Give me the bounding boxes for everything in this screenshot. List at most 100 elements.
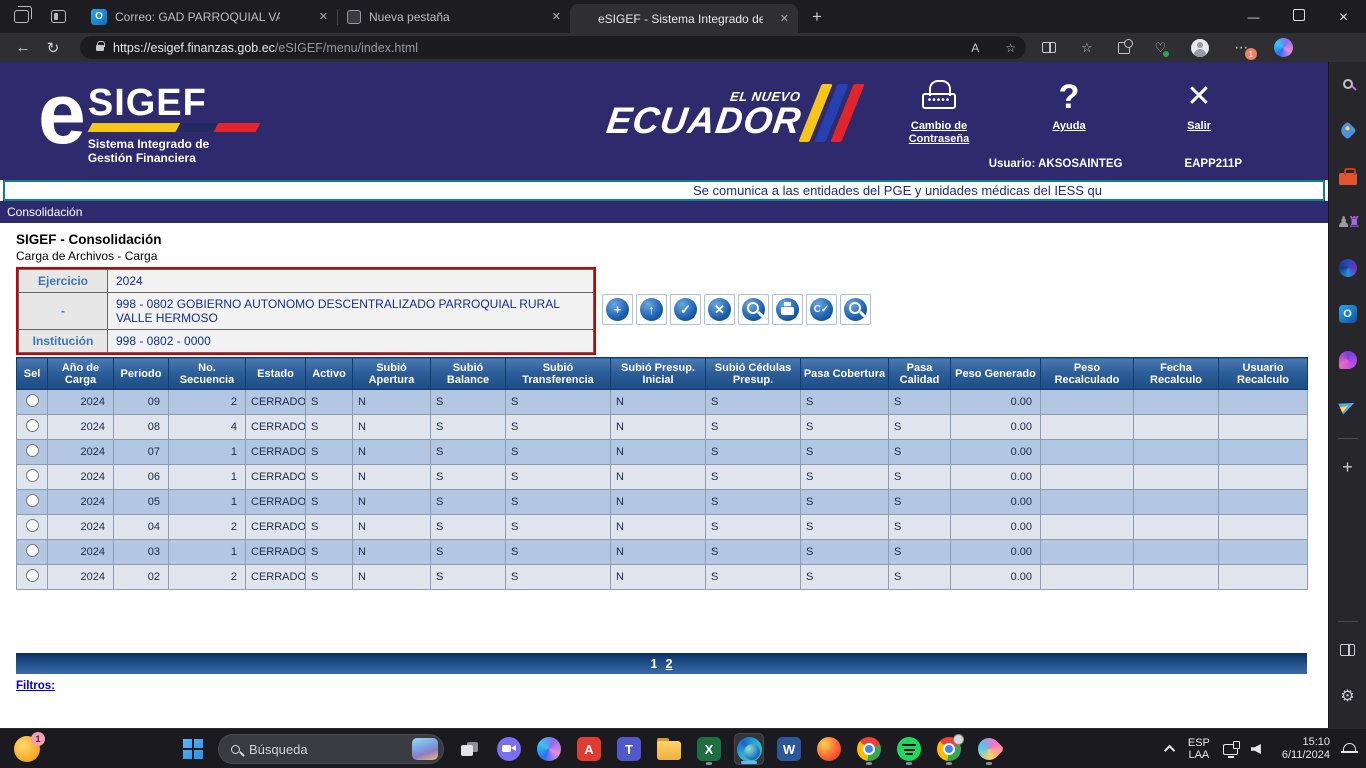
sidebar-designer-icon[interactable] [1334, 346, 1362, 374]
table-header-row: SelAño de CargaPeriodoNo. SecuenciaEstad… [17, 358, 1308, 390]
row-select-radio[interactable] [26, 544, 39, 557]
split-screen-icon[interactable] [1042, 42, 1056, 53]
chrome-profile-app-icon[interactable] [934, 733, 964, 765]
close-button[interactable]: ✕ [1321, 10, 1366, 24]
network-icon[interactable] [1223, 744, 1238, 755]
row-select-cell [17, 415, 48, 440]
validar-button[interactable]: C✓ [806, 294, 837, 325]
refresh-button[interactable]: ↻ [38, 39, 68, 57]
collections-icon[interactable] [1118, 42, 1130, 54]
column-header: Sel [17, 358, 48, 390]
table-cell: S [889, 515, 951, 540]
sidebar-panel-icon[interactable] [1334, 636, 1362, 664]
read-aloud-icon[interactable]: A [971, 41, 979, 55]
address-bar[interactable]: https://esigef.finanzas.gob.ec /eSIGEF/m… [80, 36, 1026, 59]
widgets-icon[interactable]: 1 [14, 736, 40, 762]
browser-tab-nueva-pestana[interactable]: Nueva pestaña ✕ [338, 0, 570, 33]
acrobat-app-icon[interactable]: A [574, 733, 604, 765]
profile-avatar[interactable] [1191, 39, 1209, 57]
crear-button[interactable]: + [602, 294, 633, 325]
tab-close-icon[interactable]: ✕ [552, 10, 561, 23]
column-header: Activo [306, 358, 353, 390]
row-select-radio[interactable] [26, 494, 39, 507]
volume-icon[interactable] [1251, 744, 1261, 754]
ayuda-button[interactable]: ? Ayuda [1026, 80, 1112, 146]
paint-app-icon[interactable] [974, 733, 1004, 765]
chat-app-icon[interactable] [494, 733, 524, 765]
teams-app-icon[interactable]: T [614, 733, 644, 765]
sidebar-shopping-icon[interactable] [1334, 116, 1362, 144]
sidebar-divider [1338, 438, 1358, 439]
taskbar-search[interactable]: Búsqueda [218, 734, 444, 764]
firefox-app-icon[interactable] [814, 733, 844, 765]
sidebar-games-icon[interactable]: ♟♜ [1334, 208, 1362, 236]
address-bar-actions: A ☆ [971, 41, 1016, 55]
menu-item-consolidacion[interactable]: Consolidación [7, 205, 82, 219]
cambio-contrasena-button[interactable]: ••••• Cambio de Contraseña [896, 80, 982, 146]
aprobar-button[interactable]: ✓ [670, 294, 701, 325]
task-view-button[interactable] [454, 733, 484, 765]
copilot-app-icon[interactable] [534, 733, 564, 765]
sidebar-microsoft365-icon[interactable] [1334, 254, 1362, 282]
notifications-icon[interactable] [1343, 743, 1356, 753]
table-cell [1134, 465, 1219, 490]
action-toolbar: +↑✓✕ C✓ [602, 294, 871, 325]
more-menu-icon[interactable]: ⋯1 [1234, 39, 1249, 56]
sidebar-search-icon[interactable] [1334, 70, 1362, 98]
table-cell: CERRADO [246, 515, 306, 540]
table-cell: 2024 [48, 465, 114, 490]
edge-app-icon[interactable] [734, 733, 764, 765]
eliminar-button[interactable]: ✕ [704, 294, 735, 325]
minimize-button[interactable]: — [1231, 10, 1276, 24]
browser-essentials-icon[interactable]: ♡ [1155, 40, 1167, 56]
row-select-radio[interactable] [26, 469, 39, 482]
workspaces-icon[interactable] [14, 10, 29, 23]
table-cell [1041, 390, 1134, 415]
maximize-button[interactable] [1276, 9, 1321, 24]
file-explorer-icon[interactable] [654, 733, 684, 765]
start-button[interactable] [178, 733, 208, 765]
sidebar-outlook-icon[interactable]: O [1334, 300, 1362, 328]
browser-tab-correo[interactable]: O Correo: GAD PARROQUIAL VALLE ✕ [82, 0, 337, 33]
page-number-link[interactable]: 2 [666, 657, 673, 671]
browser-tab-esigef-active[interactable]: eSIGEF - Sistema Integrado de G ✕ [570, 4, 798, 33]
consultar-button[interactable] [738, 294, 769, 325]
page-number-current[interactable]: 1 [651, 657, 658, 671]
new-tab-button[interactable]: + [812, 7, 822, 27]
imprimir-button[interactable] [772, 294, 803, 325]
row-select-radio[interactable] [26, 569, 39, 582]
sidebar-tools-icon[interactable] [1334, 162, 1362, 190]
favorites-icon[interactable]: ☆ [1081, 40, 1093, 56]
buscar-button[interactable] [840, 294, 871, 325]
tab-close-icon[interactable]: ✕ [780, 12, 789, 25]
filtros-link[interactable]: Filtros: [16, 680, 55, 692]
column-header: Estado [246, 358, 306, 390]
row-select-radio[interactable] [26, 519, 39, 532]
salir-button[interactable]: ✕ Salir [1156, 80, 1242, 146]
notification-badge: 1 [1245, 48, 1257, 60]
table-cell [1041, 540, 1134, 565]
language-indicator[interactable]: ESPLAA [1188, 737, 1210, 761]
cargar-archivo-button[interactable]: ↑ [636, 294, 667, 325]
copilot-icon[interactable] [1274, 38, 1293, 57]
table-cell: S [431, 515, 506, 540]
chrome-app-icon[interactable] [854, 733, 884, 765]
search-icon [231, 745, 240, 754]
row-select-radio[interactable] [26, 444, 39, 457]
sidebar-drop-icon[interactable] [1334, 392, 1362, 420]
table-cell: 0.00 [951, 440, 1041, 465]
sidebar-settings-icon[interactable]: ⚙ [1334, 682, 1362, 710]
clock-date: 6/11/2024 [1282, 749, 1330, 761]
back-button[interactable]: ← [8, 39, 38, 56]
sidebar-add-icon[interactable]: + [1334, 453, 1362, 481]
favorite-icon[interactable]: ☆ [1005, 41, 1016, 55]
tab-actions-icon[interactable] [51, 10, 66, 23]
tab-close-icon[interactable]: ✕ [319, 10, 328, 23]
row-select-radio[interactable] [26, 394, 39, 407]
word-app-icon[interactable]: W [774, 733, 804, 765]
row-select-radio[interactable] [26, 419, 39, 432]
excel-app-icon[interactable]: X [694, 733, 724, 765]
spotify-app-icon[interactable] [894, 733, 924, 765]
tray-chevron-icon[interactable] [1164, 745, 1175, 756]
clock[interactable]: 15:10 6/11/2024 [1282, 736, 1330, 762]
